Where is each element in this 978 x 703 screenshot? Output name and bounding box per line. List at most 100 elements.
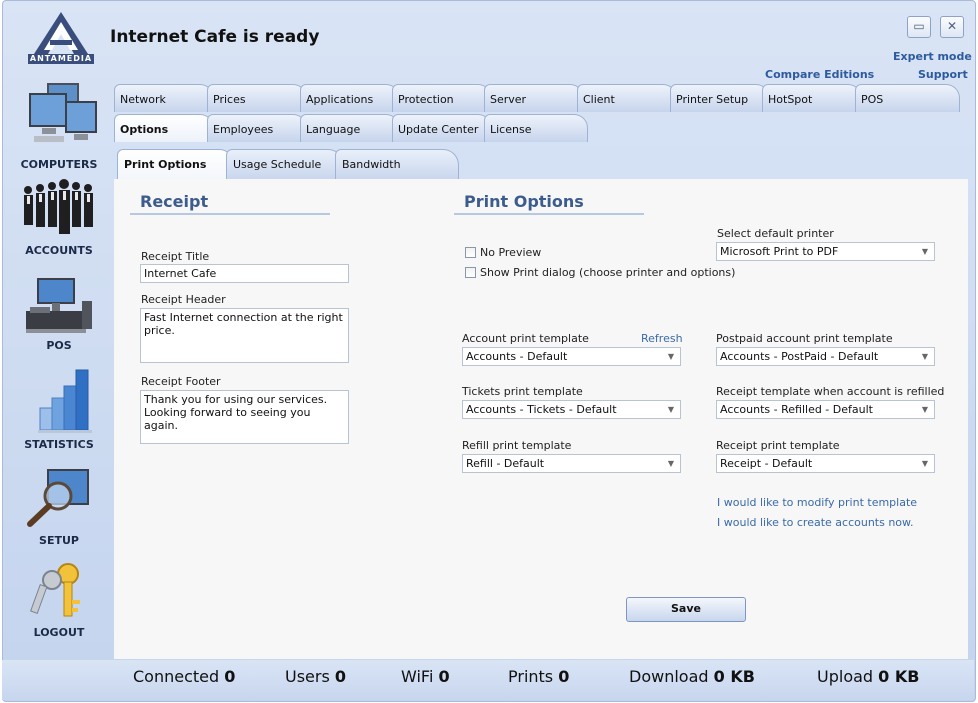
- chevron-down-icon: ▼: [667, 459, 674, 468]
- support-link[interactable]: Support: [918, 68, 968, 81]
- default-printer-select[interactable]: Microsoft Print to PDF ▼: [716, 242, 935, 261]
- tab-client[interactable]: Client: [577, 84, 677, 112]
- receipt-template-select[interactable]: Receipt - Default ▼: [716, 454, 935, 473]
- status-wifi: WiFi 0: [401, 667, 450, 686]
- select-value: Accounts - Tickets - Default: [466, 403, 617, 416]
- sidebar-item-accounts[interactable]: ACCOUNTS: [6, 178, 112, 257]
- save-button[interactable]: Save: [626, 597, 746, 622]
- chevron-down-icon: ▼: [667, 405, 674, 414]
- sidebar-item-pos[interactable]: POS: [6, 275, 112, 352]
- sidebar-item-label: LOGOUT: [33, 626, 85, 639]
- create-accounts-link[interactable]: I would like to create accounts now.: [717, 516, 914, 529]
- account-template-select[interactable]: Accounts - Default ▼: [462, 347, 681, 366]
- tab-protection[interactable]: Protection: [392, 84, 492, 112]
- status-upload: Upload 0 KB: [817, 667, 919, 686]
- logout-icon: [30, 563, 80, 617]
- tab-hotspot[interactable]: HotSpot: [762, 84, 862, 112]
- status-label: Upload: [817, 667, 874, 686]
- sidebar-item-label: SETUP: [39, 534, 79, 547]
- sidebar-item-logout[interactable]: LOGOUT: [6, 560, 112, 639]
- tab-options[interactable]: Options: [114, 114, 214, 142]
- chevron-down-icon: ▼: [667, 352, 674, 361]
- tab-network[interactable]: Network: [114, 84, 214, 112]
- tab-prices[interactable]: Prices: [207, 84, 307, 112]
- sidebar-item-label: COMPUTERS: [20, 158, 98, 171]
- receipt-section-title: Receipt: [130, 192, 330, 215]
- chevron-down-icon: ▼: [921, 405, 928, 414]
- status-label: Download: [629, 667, 709, 686]
- receipt-header-textarea[interactable]: Fast Internet connection at the right pr…: [140, 308, 349, 363]
- compare-editions-link[interactable]: Compare Editions: [765, 68, 874, 81]
- close-button[interactable]: ✕: [940, 16, 964, 38]
- status-download: Download 0 KB: [629, 667, 755, 686]
- select-value: Receipt - Default: [720, 457, 813, 470]
- refilled-template-label: Receipt template when account is refille…: [716, 385, 945, 398]
- sidebar-item-label: ACCOUNTS: [25, 244, 93, 257]
- status-value: 0 KB: [878, 667, 920, 686]
- pos-icon: [26, 278, 92, 333]
- select-value: Refill - Default: [466, 457, 545, 470]
- sidebar-item-computers[interactable]: COMPUTERS: [6, 80, 112, 171]
- status-label: WiFi: [401, 667, 434, 686]
- show-print-dialog-label: Show Print dialog (choose printer and op…: [480, 266, 736, 279]
- status-value: 0: [224, 667, 236, 686]
- receipt-title-input[interactable]: [140, 264, 349, 283]
- tab-server[interactable]: Server: [484, 84, 584, 112]
- refilled-template-select[interactable]: Accounts - Refilled - Default ▼: [716, 400, 935, 419]
- postpaid-template-label: Postpaid account print template: [716, 332, 893, 345]
- refill-template-label: Refill print template: [462, 439, 572, 452]
- expert-mode-link[interactable]: Expert mode: [893, 50, 972, 63]
- select-value: Accounts - Default: [466, 350, 568, 363]
- tab-pos[interactable]: POS: [855, 84, 960, 112]
- show-print-dialog-checkbox[interactable]: [465, 267, 476, 278]
- status-value: 0: [438, 667, 450, 686]
- sidebar-item-statistics[interactable]: STATISTICS: [6, 366, 112, 451]
- chevron-down-icon: ▼: [921, 352, 928, 361]
- status-value: 0 KB: [713, 667, 755, 686]
- antamedia-logo: ANTAMEDIA: [28, 10, 94, 64]
- computers-icon: [29, 83, 97, 142]
- accounts-icon: [24, 179, 93, 234]
- sidebar-item-setup[interactable]: SETUP: [6, 468, 112, 547]
- status-connected: Connected 0: [133, 667, 235, 686]
- select-value: Accounts - PostPaid - Default: [720, 350, 879, 363]
- tab-printer-setup[interactable]: Printer Setup: [670, 84, 770, 112]
- tab-employees[interactable]: Employees: [207, 114, 307, 142]
- status-prints: Prints 0: [508, 667, 569, 686]
- tab-language[interactable]: Language: [300, 114, 400, 142]
- app-title: Internet Cafe is ready: [110, 27, 320, 47]
- refresh-link[interactable]: Refresh: [641, 332, 683, 345]
- receipt-footer-textarea[interactable]: Thank you for using our services. Lookin…: [140, 390, 349, 444]
- no-preview-checkbox[interactable]: [465, 247, 476, 258]
- minimize-button[interactable]: ▭: [907, 16, 931, 38]
- subtab-bandwidth[interactable]: Bandwidth: [335, 149, 459, 179]
- account-template-label: Account print template: [462, 332, 589, 345]
- minimize-icon: ▭: [913, 19, 925, 33]
- status-users: Users 0: [285, 667, 346, 686]
- select-value: Microsoft Print to PDF: [720, 245, 839, 258]
- status-label: Users: [285, 667, 330, 686]
- tab-applications[interactable]: Applications: [300, 84, 400, 112]
- tab-update-center[interactable]: Update Center: [392, 114, 492, 142]
- no-preview-label: No Preview: [480, 246, 542, 259]
- receipt-title-label: Receipt Title: [141, 250, 210, 263]
- sidebar: COMPUTERS ACCOUNTS POS STATISTICS SETUP …: [6, 70, 112, 660]
- subtab-usage-schedule[interactable]: Usage Schedule: [226, 149, 344, 179]
- refill-template-select[interactable]: Refill - Default ▼: [462, 454, 681, 473]
- subtab-print-options[interactable]: Print Options: [117, 149, 235, 179]
- print-options-section-title: Print Options: [454, 192, 644, 215]
- receipt-template-label: Receipt print template: [716, 439, 840, 452]
- select-value: Accounts - Refilled - Default: [720, 403, 873, 416]
- close-icon: ✕: [946, 19, 958, 33]
- status-value: 0: [334, 667, 347, 686]
- postpaid-template-select[interactable]: Accounts - PostPaid - Default ▼: [716, 347, 935, 366]
- receipt-header-label: Receipt Header: [141, 293, 226, 306]
- default-printer-label: Select default printer: [717, 227, 834, 240]
- tab-license[interactable]: License: [484, 114, 588, 142]
- statistics-icon: [38, 369, 92, 433]
- modify-template-link[interactable]: I would like to modify print template: [717, 496, 917, 509]
- status-label: Connected: [133, 667, 220, 686]
- chevron-down-icon: ▼: [921, 459, 928, 468]
- tickets-template-select[interactable]: Accounts - Tickets - Default ▼: [462, 400, 681, 419]
- sidebar-item-label: STATISTICS: [24, 438, 94, 451]
